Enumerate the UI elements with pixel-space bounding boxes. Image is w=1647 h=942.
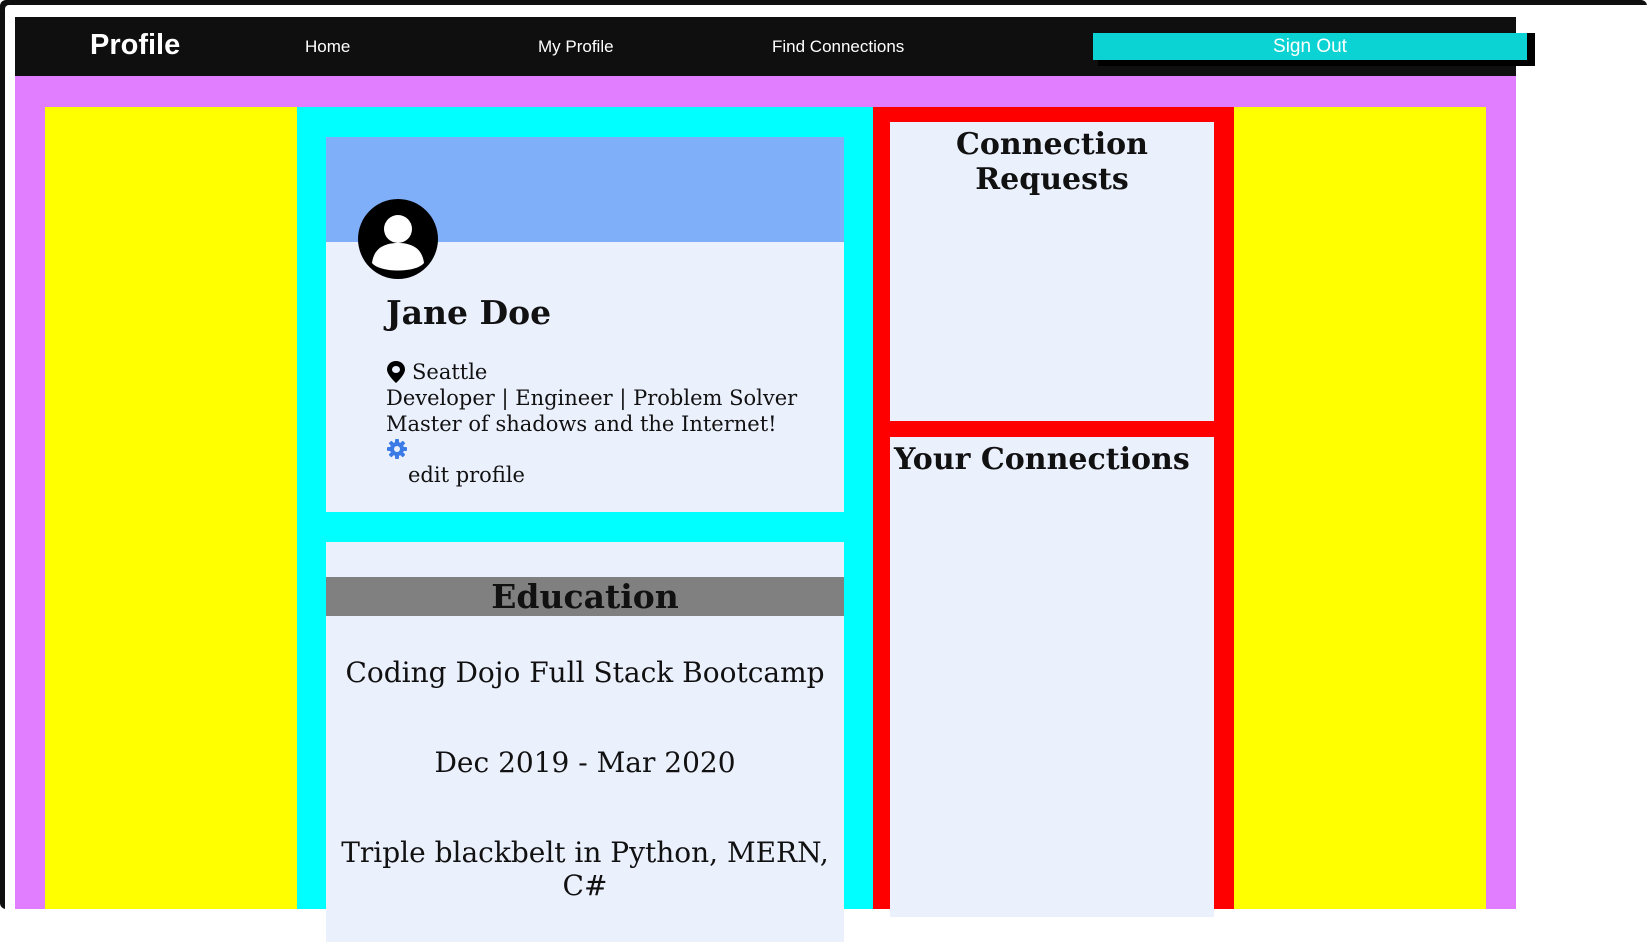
profile-info: Seattle Developer | Engineer | Problem S… <box>386 359 797 488</box>
map-pin-icon <box>387 361 405 383</box>
profile-headline: Developer | Engineer | Problem Solver <box>386 386 798 410</box>
profile-location: Seattle <box>412 360 488 384</box>
edit-row <box>386 438 797 462</box>
your-connections-title: Your Connections <box>894 442 1190 477</box>
education-title: Education <box>326 577 844 616</box>
location-row: Seattle <box>386 359 797 385</box>
nav-link-my-profile[interactable]: My Profile <box>538 37 614 57</box>
right-spacer-column <box>1234 107 1486 909</box>
profile-bio: Master of shadows and the Internet! <box>386 412 777 436</box>
sign-out-button[interactable]: Sign Out <box>1093 33 1527 60</box>
navbar-brand: Profile <box>90 29 181 61</box>
education-description: Triple blackbelt in Python, MERN, C# <box>341 836 829 902</box>
navbar: Profile Home My Profile Find Connections… <box>15 17 1535 76</box>
edit-profile-link[interactable]: edit profile <box>408 462 797 488</box>
education-card: Education Coding Dojo Full Stack Bootcam… <box>326 542 844 942</box>
profile-name: Jane Doe <box>386 293 552 332</box>
page-body: Jane Doe Seattle Developer | Engineer | … <box>15 76 1516 942</box>
nav-link-home[interactable]: Home <box>305 37 350 57</box>
profile-column: Jane Doe Seattle Developer | Engineer | … <box>297 107 873 942</box>
connections-column: Connection Requests Your Connections <box>873 107 1234 917</box>
connection-requests-panel: Connection Requests <box>890 122 1214 421</box>
nav-link-find-connections[interactable]: Find Connections <box>772 37 904 57</box>
profile-card: Jane Doe Seattle Developer | Engineer | … <box>326 137 844 512</box>
user-avatar-icon <box>358 199 438 279</box>
education-dates: Dec 2019 - Mar 2020 <box>434 746 736 779</box>
your-connections-panel: Your Connections <box>890 437 1214 917</box>
gear-icon[interactable] <box>386 438 408 460</box>
left-spacer-column <box>45 107 297 909</box>
education-school: Coding Dojo Full Stack Bootcamp <box>345 656 825 689</box>
connection-requests-title: Connection Requests <box>956 127 1148 197</box>
